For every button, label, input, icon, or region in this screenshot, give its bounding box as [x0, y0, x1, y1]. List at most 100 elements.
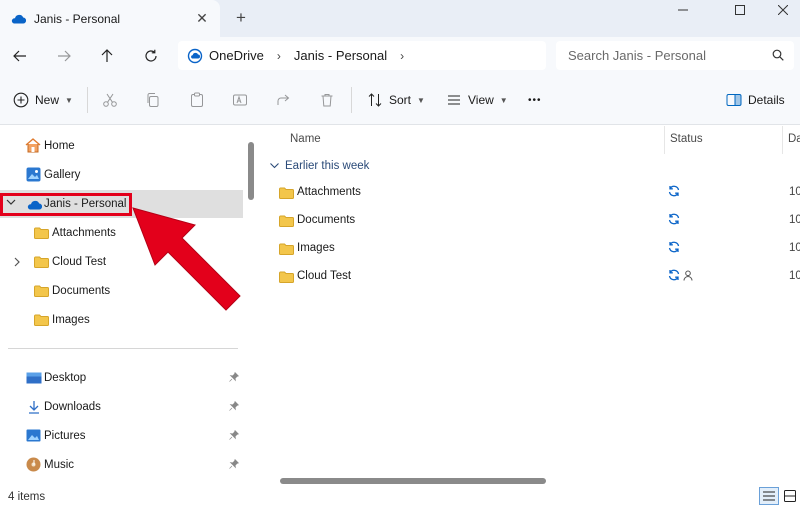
tab-close-button[interactable]: ✕ — [193, 9, 211, 27]
more-options-button[interactable]: ••• — [528, 88, 542, 112]
share-button[interactable] — [276, 88, 292, 112]
status-bar: 4 items — [0, 484, 800, 506]
arrow-up-icon — [101, 49, 113, 62]
plus-circle-icon — [13, 92, 29, 108]
tiles-view-button[interactable] — [780, 487, 800, 505]
breadcrumb-chevron-icon[interactable]: › — [277, 49, 281, 63]
file-date: 10, — [789, 214, 800, 226]
rename-button[interactable] — [232, 88, 248, 112]
file-name: Images — [297, 242, 335, 254]
arrow-right-icon — [58, 50, 71, 62]
command-bar: New ▼ Sort ▼ View ▼ ••• Details — [0, 75, 800, 125]
up-button[interactable] — [94, 43, 120, 69]
forward-button[interactable] — [51, 43, 77, 69]
pin-icon[interactable] — [229, 429, 240, 443]
new-tab-button[interactable]: + — [232, 9, 250, 27]
title-bar: Janis - Personal ✕ + — [0, 0, 800, 37]
column-divider[interactable] — [782, 126, 783, 154]
nav-divider — [8, 348, 238, 349]
music-icon — [26, 457, 41, 472]
pin-icon[interactable] — [229, 400, 240, 414]
paste-icon — [191, 92, 203, 107]
nav-item-label: Downloads — [44, 401, 101, 413]
folder-icon — [34, 314, 49, 326]
pin-icon[interactable] — [229, 458, 240, 472]
column-header-date[interactable]: Da — [788, 133, 800, 145]
nav-item-label: Documents — [52, 285, 111, 297]
column-divider[interactable] — [664, 126, 665, 154]
breadcrumb-chevron-icon[interactable]: › — [400, 49, 404, 63]
nav-item-documents[interactable]: Documents — [0, 277, 243, 305]
refresh-button[interactable] — [138, 43, 164, 69]
pin-icon[interactable] — [229, 371, 240, 385]
nav-item-label: Desktop — [44, 372, 87, 384]
address-bar[interactable]: OneDrive › Janis - Personal › — [178, 41, 546, 70]
maximize-button[interactable] — [717, 0, 763, 20]
tab-janis-personal[interactable]: Janis - Personal ✕ — [0, 0, 220, 37]
group-header[interactable]: Earlier this week — [270, 160, 369, 172]
folder-icon — [34, 227, 49, 239]
copy-button[interactable] — [145, 88, 161, 112]
sync-icon — [668, 213, 680, 225]
details-view-icon — [763, 491, 775, 501]
close-window-button[interactable] — [760, 0, 800, 20]
file-name: Cloud Test — [297, 270, 352, 282]
person-icon — [683, 270, 693, 281]
nav-item-home[interactable]: Home — [0, 132, 243, 160]
sort-button[interactable]: Sort ▼ — [367, 88, 425, 112]
nav-item-label: Gallery — [44, 169, 81, 181]
table-row[interactable]: Images 10, — [262, 235, 800, 263]
column-header-name[interactable]: Name — [290, 133, 321, 145]
nav-item-downloads[interactable]: Downloads — [0, 393, 243, 421]
folder-icon — [279, 187, 294, 202]
chevron-right-icon[interactable] — [14, 257, 21, 267]
nav-item-label: Cloud Test — [52, 256, 107, 268]
delete-button[interactable] — [319, 88, 335, 112]
nav-item-label: Home — [44, 140, 75, 152]
details-view-button[interactable] — [759, 487, 779, 505]
file-date: 10, — [789, 186, 800, 198]
nav-scrollbar[interactable] — [246, 140, 256, 484]
nav-item-images[interactable]: Images — [0, 306, 243, 334]
back-button[interactable] — [7, 43, 33, 69]
search-input[interactable]: Search Janis - Personal — [556, 41, 794, 70]
address-row: OneDrive › Janis - Personal › Search Jan… — [0, 37, 800, 75]
nav-item-pictures[interactable]: Pictures — [0, 422, 243, 450]
folder-icon — [34, 256, 49, 268]
downloads-icon — [28, 400, 40, 414]
navigation-pane: Home Gallery Janis - Personal Attachment… — [0, 126, 258, 484]
onedrive-icon — [11, 14, 26, 24]
nav-item-attachments[interactable]: Attachments — [0, 219, 243, 247]
table-row[interactable]: Cloud Test 10, — [262, 263, 800, 291]
view-button[interactable]: View ▼ — [446, 88, 508, 112]
details-pane-icon — [726, 94, 742, 106]
item-count: 4 items — [8, 491, 46, 503]
nav-item-gallery[interactable]: Gallery — [0, 161, 243, 189]
annotation-highlight-box — [0, 193, 132, 216]
cut-button[interactable] — [102, 88, 118, 112]
new-button[interactable]: New ▼ — [13, 88, 73, 112]
folder-icon — [34, 285, 49, 297]
breadcrumb-onedrive[interactable]: OneDrive — [209, 48, 264, 63]
new-label: New — [35, 93, 60, 107]
file-date: 10, — [789, 270, 800, 282]
details-button[interactable]: Details — [726, 88, 785, 112]
minimize-icon — [678, 9, 688, 11]
nav-item-cloud-test[interactable]: Cloud Test — [0, 248, 243, 276]
tab-title: Janis - Personal — [34, 11, 121, 26]
sort-icon — [368, 93, 382, 107]
table-row[interactable]: Attachments 10, — [262, 179, 800, 207]
chevron-down-icon[interactable] — [270, 161, 279, 171]
nav-item-label: Images — [52, 314, 90, 326]
nav-item-music[interactable]: Music — [0, 451, 243, 479]
minimize-button[interactable] — [660, 0, 706, 20]
paste-button[interactable] — [189, 88, 205, 112]
pictures-icon — [26, 429, 41, 442]
toolbar-divider — [87, 87, 88, 113]
table-row[interactable]: Documents 10, — [262, 207, 800, 235]
nav-scrollbar-thumb[interactable] — [248, 142, 254, 200]
nav-item-desktop[interactable]: Desktop — [0, 364, 243, 392]
column-header-status[interactable]: Status — [670, 133, 703, 145]
sync-icon — [668, 185, 680, 197]
breadcrumb-janis-personal[interactable]: Janis - Personal — [294, 48, 387, 63]
